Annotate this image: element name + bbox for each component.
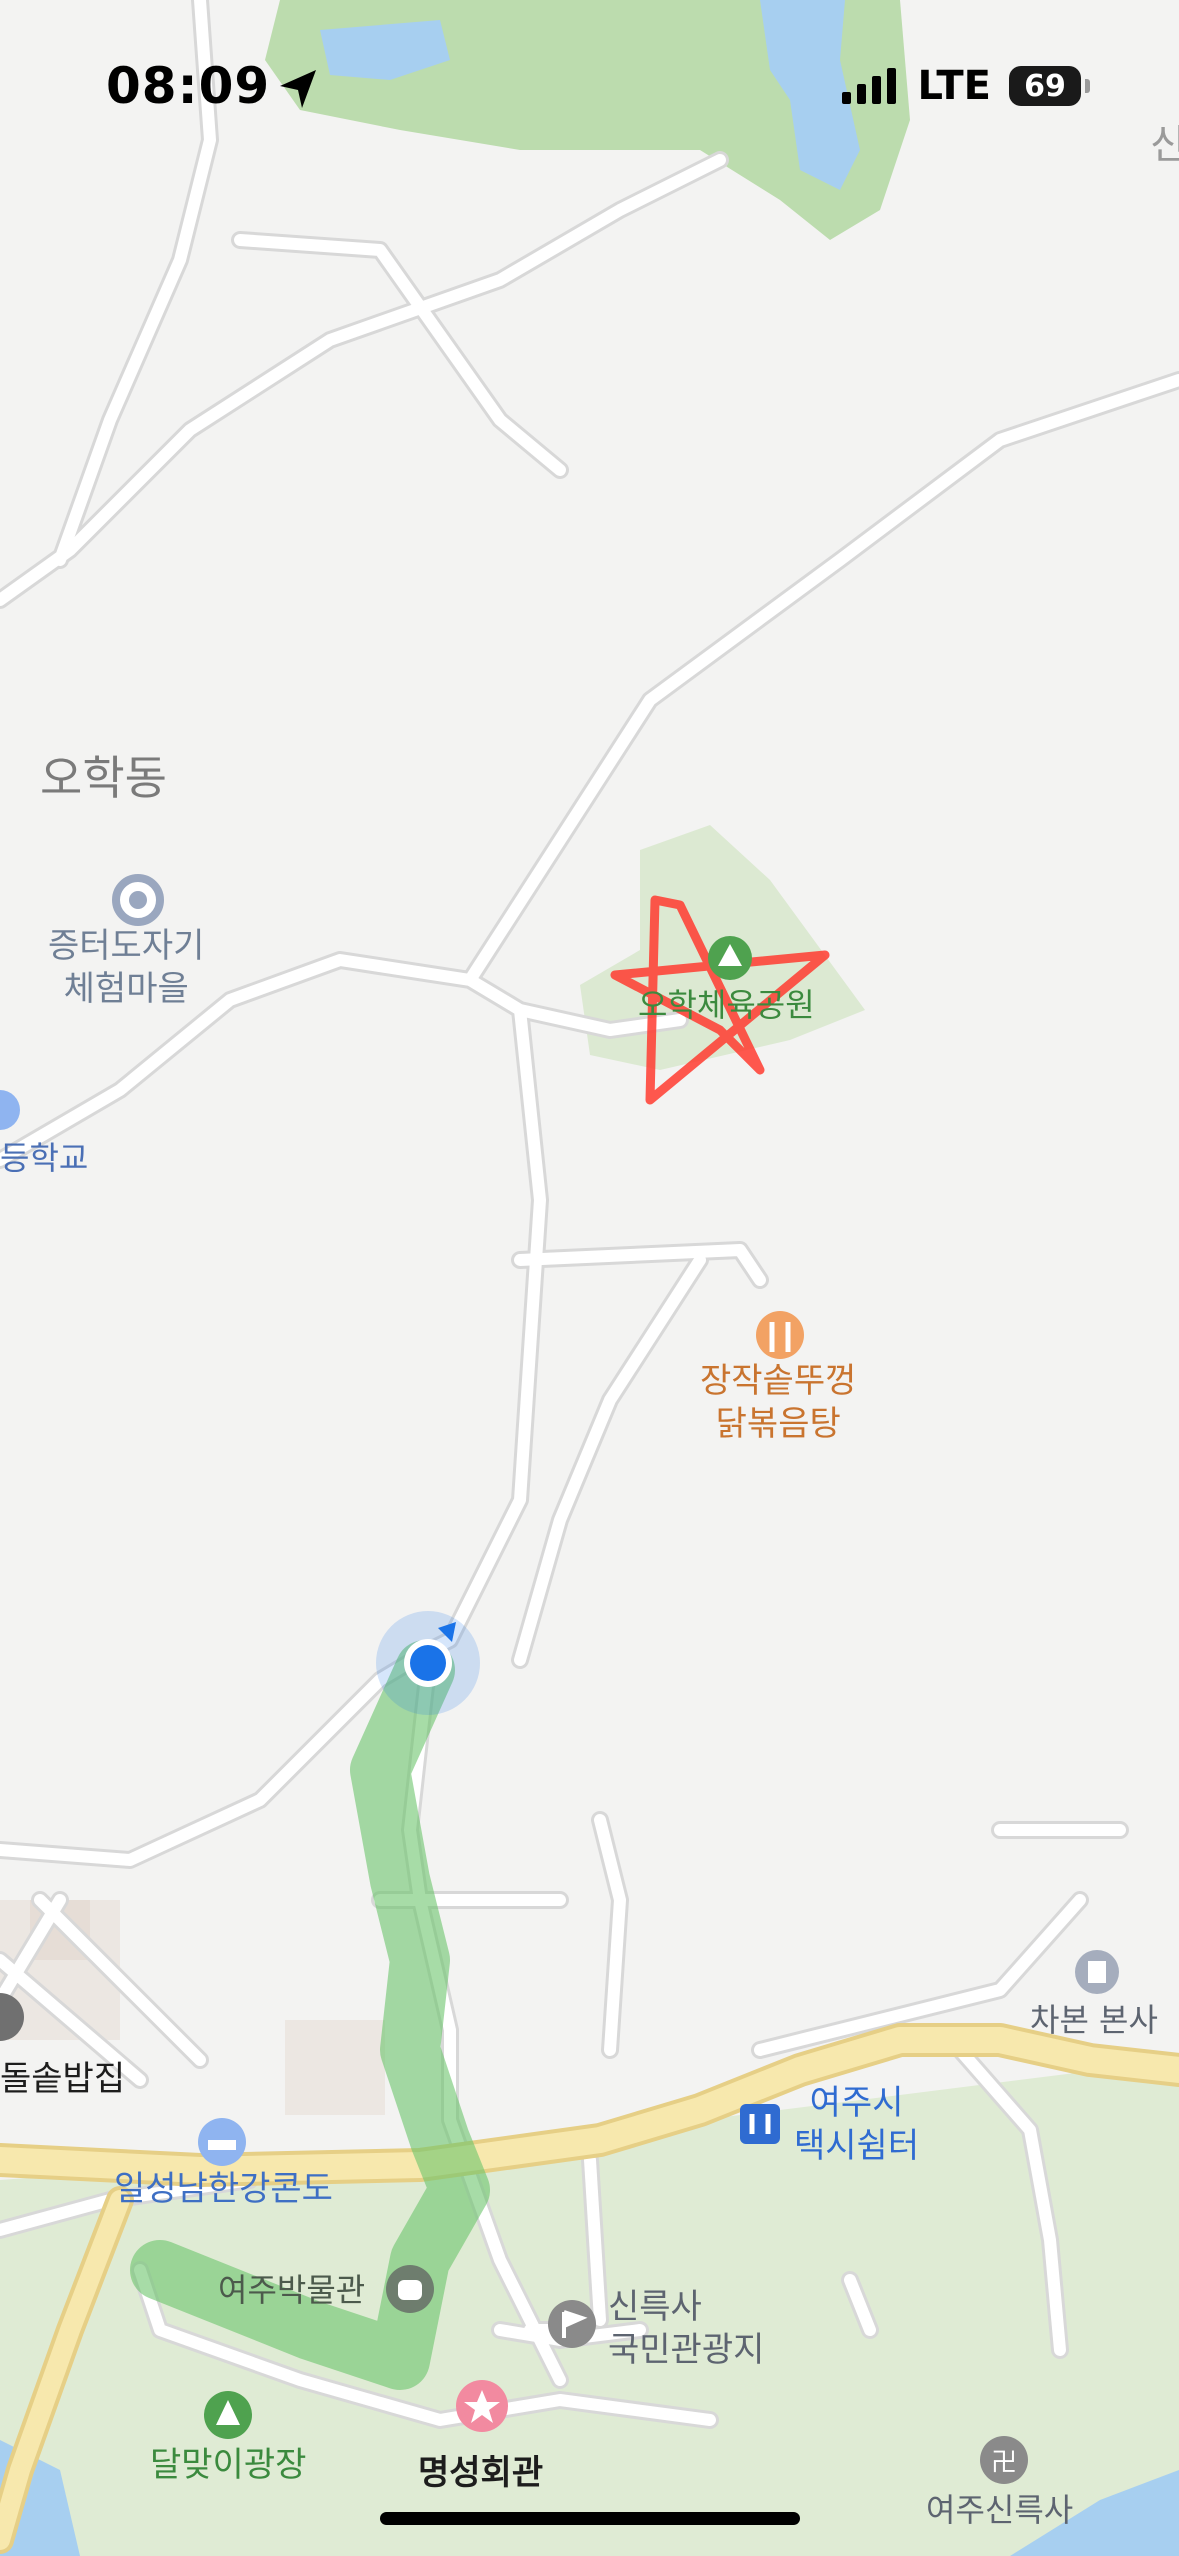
place-restaurant-line1: 장작솥뚜껑 [700,1361,857,1401]
place-chabon-label: 차본 본사 [1030,2001,1158,2039]
place-school[interactable]: 등학교 [0,1138,88,1178]
place-silleuksa[interactable]: 여주신륵사 [926,2490,1073,2530]
place-museum[interactable]: 여주박물관 [218,2270,365,2310]
place-taxi[interactable]: 여주시 택시쉼터 [794,2082,919,2167]
place-silleuksa-label: 여주신륵사 [926,2491,1074,2529]
place-jeungteo-line1: 증터도자기 [48,926,205,966]
place-dalmaji-label: 달맞이광장 [150,2445,307,2485]
place-restaurant[interactable]: 장작솥뚜껑 닭볶음탕 [700,1360,856,1445]
place-jeungteo-line2: 체험마을 [63,968,189,1009]
status-time: 08:09 [106,57,271,115]
place-taxi-line2: 택시쉼터 [794,2125,920,2166]
place-school-label: 등학교 [0,1139,89,1177]
landmark-ring-icon[interactable] [112,874,164,926]
place-chabon[interactable]: 차본 본사 [1030,2000,1158,2040]
edge-label-top-right: 신 [1150,122,1179,168]
place-ohak-park[interactable]: 오학체육공원 [638,985,815,1025]
user-location-dot-inner [410,1645,446,1681]
location-arrow-icon [280,70,316,108]
place-myeongseong-label: 명성회관 [418,2453,544,2493]
place-dalmaji[interactable]: 달맞이광장 [150,2444,306,2487]
district-label: 오학동 [40,751,167,805]
place-silleuksa-area-line2: 국민관광지 [608,2329,765,2370]
network-type: LTE [917,63,991,109]
place-myeongseong[interactable]: 명성회관 [418,2452,543,2495]
home-indicator[interactable] [380,2512,800,2525]
flag-icon[interactable] [548,2300,596,2348]
bed-icon[interactable] [198,2118,246,2166]
star-icon[interactable] [456,2380,508,2432]
office-building-icon[interactable] [1075,1950,1119,1994]
battery-indicator: 69 [1009,66,1090,106]
place-silleuksa-area-line1: 신륵사 [608,2287,702,2327]
tree-icon[interactable] [204,2391,252,2439]
svg-text:卍: 卍 [991,2448,1017,2478]
place-restaurant-line2: 닭볶음탕 [715,1403,841,1444]
place-museum-label: 여주박물관 [218,2271,366,2309]
place-condo[interactable]: 일성남한강콘도 [114,2168,333,2211]
cellular-signal-icon [841,68,896,104]
place-taxi-line1: 여주시 [809,2083,904,2123]
place-silleuksa-area[interactable]: 신륵사 국민관광지 [608,2286,764,2371]
taxi-stand-icon[interactable] [740,2104,780,2144]
temple-icon[interactable]: 卍 [980,2436,1028,2484]
museum-icon[interactable] [386,2265,434,2313]
place-sotbap[interactable]: 돌솥밥집 [0,2058,125,2101]
place-ohak-park-label: 오학체육공원 [638,986,815,1024]
status-right: LTE 69 [840,56,1090,116]
place-condo-label: 일성남한강콘도 [114,2169,333,2209]
place-jeungteo[interactable]: 증터도자기 체험마을 [48,925,204,1010]
place-sotbap-label: 돌솥밥집 [0,2059,126,2099]
park-icon[interactable] [708,936,752,980]
fork-knife-icon[interactable] [756,1311,804,1359]
